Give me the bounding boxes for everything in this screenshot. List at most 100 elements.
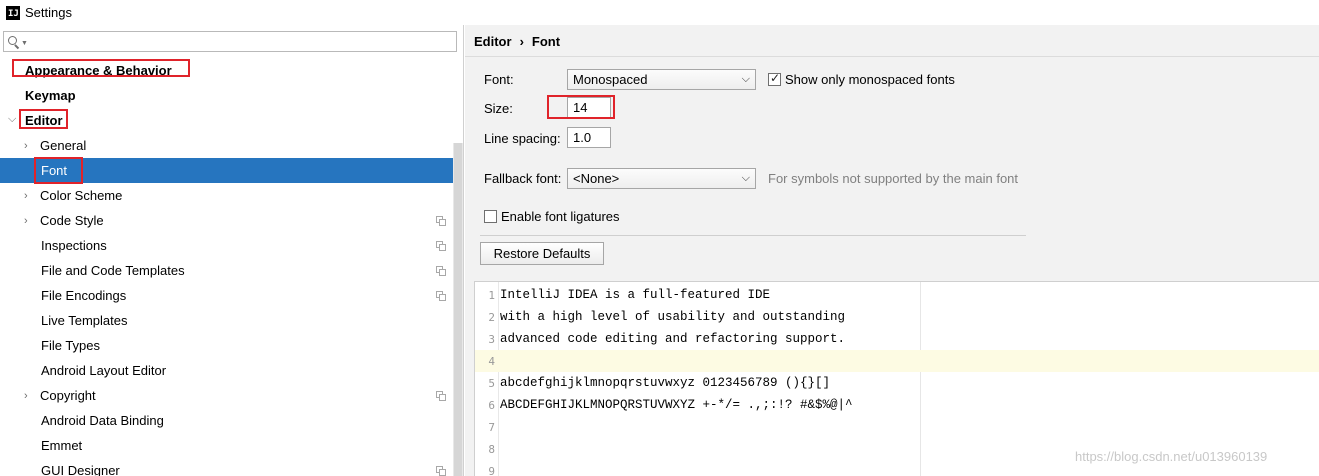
code-line: 6 ABCDEFGHIJKLMNOPQRSTUVWXYZ +-*/= .,;:!… xyxy=(475,394,1319,416)
settings-sidebar: ▼ Appearance & Behavior Keymap ⌵ Editor … xyxy=(0,25,464,476)
tree-item-label: Keymap xyxy=(25,88,76,103)
line-text: ABCDEFGHIJKLMNOPQRSTUVWXYZ +-*/= .,;:!? … xyxy=(500,398,853,412)
restore-defaults-label: Restore Defaults xyxy=(493,246,591,261)
font-combo-value: Monospaced xyxy=(573,72,648,87)
scrollbar-thumb[interactable] xyxy=(454,143,462,476)
fallback-font-label: Fallback font: xyxy=(484,171,562,186)
window-title: Settings xyxy=(25,5,72,20)
show-monospaced-label[interactable]: Show only monospaced fonts xyxy=(785,72,955,87)
line-text: advanced code editing and refactoring su… xyxy=(500,332,846,346)
tree-item-label: File and Code Templates xyxy=(41,263,185,278)
fallback-font-value: <None> xyxy=(573,171,620,186)
font-preview-editor[interactable]: 1 IntelliJ IDEA is a full-featured IDE 2… xyxy=(474,281,1319,476)
tree-item-label: File Encodings xyxy=(41,288,127,303)
tree-item-label: GUI Designer xyxy=(41,463,120,476)
code-line-current: 4 xyxy=(475,350,1319,372)
font-settings-panel: Editor › Font Font: Monospaced ⌵ Show on… xyxy=(465,25,1319,476)
code-line: 3 advanced code editing and refactoring … xyxy=(475,328,1319,350)
intellij-icon: IJ xyxy=(6,5,20,20)
line-spacing-field[interactable]: 1.0 xyxy=(567,127,611,148)
tree-item-keymap[interactable]: Keymap xyxy=(0,83,453,108)
copy-icon xyxy=(436,266,446,276)
highlight-box xyxy=(547,95,615,119)
chevron-right-icon[interactable]: › xyxy=(24,215,28,227)
line-number: 1 xyxy=(488,288,495,302)
show-monospaced-checkbox[interactable] xyxy=(768,71,781,86)
line-number: 8 xyxy=(488,442,495,456)
tree-item-label: General xyxy=(40,138,87,153)
tree-item-label: Android Layout Editor xyxy=(41,363,167,378)
tree-item-android-layout-editor[interactable]: Android Layout Editor xyxy=(0,358,453,383)
highlight-box xyxy=(19,109,68,129)
font-combo[interactable]: Monospaced ⌵ xyxy=(567,69,756,90)
line-number: 3 xyxy=(488,332,495,346)
tree-item-label: Android Data Binding xyxy=(41,413,164,428)
tree-item-label: Copyright xyxy=(40,388,96,403)
tree-item-gui-designer[interactable]: GUI Designer xyxy=(0,458,453,476)
line-spacing-label: Line spacing: xyxy=(484,131,561,146)
chevron-down-icon[interactable]: ⌵ xyxy=(8,113,16,126)
breadcrumb: Editor › Font xyxy=(474,34,560,49)
tree-item-label: File Types xyxy=(41,338,101,353)
search-icon[interactable] xyxy=(7,35,23,49)
line-spacing-value: 1.0 xyxy=(573,130,592,145)
copy-icon xyxy=(436,291,446,301)
restore-defaults-button[interactable]: Restore Defaults xyxy=(480,242,604,265)
watermark: https://blog.csdn.net/u013960139 xyxy=(1075,449,1268,464)
line-number: 9 xyxy=(488,464,495,476)
breadcrumb-current: Font xyxy=(531,34,561,49)
chevron-right-icon[interactable]: › xyxy=(24,140,28,152)
search-box[interactable]: ▼ xyxy=(3,31,457,52)
fallback-font-hint: For symbols not supported by the main fo… xyxy=(768,171,1019,186)
line-number: 4 xyxy=(488,354,495,368)
tree-item-label: Emmet xyxy=(41,438,83,453)
tree-item-label: Color Scheme xyxy=(40,188,123,203)
chevron-right-icon[interactable]: › xyxy=(24,390,28,402)
copy-icon xyxy=(436,216,446,226)
search-input[interactable] xyxy=(27,32,456,51)
font-label: Font: xyxy=(484,72,514,87)
breadcrumb-separator: › xyxy=(519,34,524,49)
code-line: 5 abcdefghijklmnopqrstuvwxyz 0123456789 … xyxy=(475,372,1319,394)
line-number: 2 xyxy=(488,310,495,324)
code-line: 1 IntelliJ IDEA is a full-featured IDE xyxy=(475,284,1319,306)
chevron-right-icon[interactable]: › xyxy=(24,190,28,202)
copy-icon xyxy=(436,391,446,401)
highlight-box xyxy=(12,59,190,77)
divider xyxy=(480,235,1026,236)
title-bar: IJ Settings xyxy=(0,0,1319,25)
line-text: IntelliJ IDEA is a full-featured IDE xyxy=(500,288,771,302)
sidebar-scrollbar[interactable] xyxy=(453,143,463,476)
divider xyxy=(465,56,1319,57)
tree-item-label: Code Style xyxy=(40,213,104,228)
tree-item-emmet[interactable]: Emmet xyxy=(0,433,453,458)
fallback-font-combo[interactable]: <None> ⌵ xyxy=(567,168,756,189)
chevron-down-icon[interactable]: ⌵ xyxy=(742,172,750,185)
tree-item-copyright[interactable]: › Copyright xyxy=(0,383,453,408)
line-text: with a high level of usability and outst… xyxy=(500,310,846,324)
size-label: Size: xyxy=(484,101,513,116)
tree-item-file-encodings[interactable]: File Encodings xyxy=(0,283,453,308)
code-line: 7 xyxy=(475,416,1319,438)
tree-item-inspections[interactable]: Inspections xyxy=(0,233,453,258)
code-line: 2 with a high level of usability and out… xyxy=(475,306,1319,328)
ligatures-checkbox[interactable] xyxy=(484,210,497,223)
breadcrumb-parent[interactable]: Editor xyxy=(474,34,512,49)
tree-item-live-templates[interactable]: Live Templates xyxy=(0,308,453,333)
tree-item-file-types[interactable]: File Types xyxy=(0,333,453,358)
line-text: abcdefghijklmnopqrstuvwxyz 0123456789 ()… xyxy=(500,376,831,390)
tree-item-color-scheme[interactable]: › Color Scheme xyxy=(0,183,453,208)
tree-item-label: Inspections xyxy=(41,238,107,253)
tree-item-file-code-templates[interactable]: File and Code Templates xyxy=(0,258,453,283)
tree-item-general[interactable]: › General xyxy=(0,133,453,158)
copy-icon xyxy=(436,466,446,476)
highlight-box xyxy=(34,157,83,184)
copy-icon xyxy=(436,241,446,251)
ligatures-label[interactable]: Enable font ligatures xyxy=(501,209,620,224)
tree-item-label: Live Templates xyxy=(41,313,128,328)
tree-item-code-style[interactable]: › Code Style xyxy=(0,208,453,233)
line-number: 7 xyxy=(488,420,495,434)
chevron-down-icon[interactable]: ⌵ xyxy=(742,73,750,86)
tree-item-android-data-binding[interactable]: Android Data Binding xyxy=(0,408,453,433)
line-number: 5 xyxy=(488,376,495,390)
